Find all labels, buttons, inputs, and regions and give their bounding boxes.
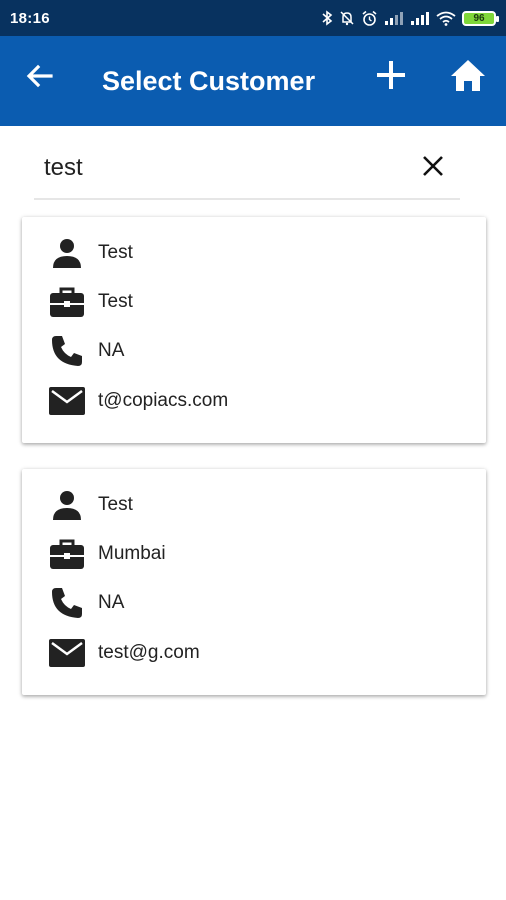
phone-icon [48, 332, 86, 370]
page-title: Select Customer [102, 66, 316, 96]
person-icon [48, 486, 86, 524]
customer-company-row: Test [22, 282, 486, 322]
customer-email-row: test@g.com [22, 633, 486, 673]
status-bar: 18:16 96 [0, 0, 506, 36]
search-input[interactable] [44, 150, 404, 186]
wifi-icon [436, 11, 456, 26]
briefcase-icon [48, 283, 86, 321]
alarm-icon [362, 10, 377, 26]
customer-phone-row: NA [22, 331, 486, 371]
customer-card[interactable]: Test Mumbai NA test@g.com [22, 469, 486, 695]
customer-name: Test [98, 242, 133, 263]
app-bar: Select Customer [0, 36, 506, 126]
signal-icon [411, 12, 429, 25]
search-field [34, 144, 460, 200]
briefcase-icon [48, 535, 86, 573]
email-icon [48, 382, 86, 420]
person-icon [48, 234, 86, 272]
add-icon[interactable] [374, 58, 408, 92]
customer-company: Test [98, 291, 133, 312]
customer-name: Test [98, 494, 133, 515]
alarm-off-icon [340, 11, 354, 26]
customer-company: Mumbai [98, 543, 166, 564]
close-icon[interactable] [420, 153, 446, 179]
status-icons: 96 [321, 10, 499, 27]
email-icon [48, 634, 86, 672]
customer-email: test@g.com [98, 642, 200, 663]
phone-icon [48, 584, 86, 622]
bluetooth-icon [322, 10, 333, 26]
battery-icon: 96 [462, 10, 499, 26]
back-arrow-icon[interactable] [24, 60, 56, 92]
customer-name-row: Test [22, 485, 486, 525]
home-icon[interactable] [448, 56, 488, 96]
status-time: 18:16 [10, 9, 50, 27]
battery-level: 96 [473, 12, 485, 24]
customer-name-row: Test [22, 233, 486, 273]
customer-phone: NA [98, 592, 125, 613]
customer-email-row: t@copiacs.com [22, 381, 486, 421]
customer-phone: NA [98, 340, 125, 361]
customer-phone-row: NA [22, 583, 486, 623]
customer-email: t@copiacs.com [98, 390, 229, 411]
signal-icon [385, 12, 403, 25]
customer-company-row: Mumbai [22, 534, 486, 574]
customer-card[interactable]: Test Test NA t@copiacs.com [22, 217, 486, 443]
